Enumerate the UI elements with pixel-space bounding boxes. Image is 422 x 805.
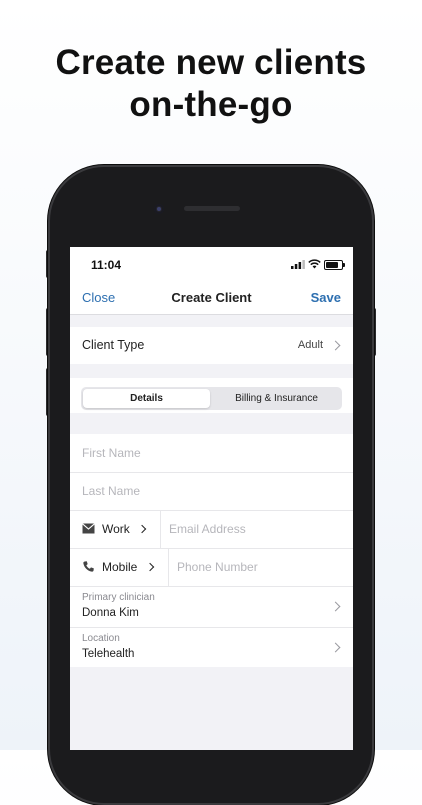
navigation-bar: Close Create Client Save — [70, 281, 353, 315]
envelope-icon — [82, 523, 95, 534]
location-label: Location — [82, 633, 120, 644]
chevron-right-icon[interactable] — [145, 562, 155, 572]
client-details-form: First Name Last Name Work Email Address … — [70, 434, 353, 667]
phone-icon — [83, 561, 94, 572]
last-name-field[interactable]: Last Name — [70, 472, 353, 511]
save-button[interactable]: Save — [311, 290, 341, 305]
divider — [160, 510, 161, 548]
status-bar: 11:04 — [70, 247, 353, 281]
location-row[interactable]: Location Telehealth — [70, 627, 353, 667]
headline-line-1: Create new clients — [55, 43, 367, 82]
phone-row: Mobile Phone Number — [70, 548, 353, 587]
divider — [168, 548, 169, 586]
details-billing-segmented-control: Details Billing & Insurance — [81, 387, 342, 410]
phone-screen: 11:04 Close Create Client Save Client Ty… — [70, 247, 353, 750]
last-name-placeholder: Last Name — [82, 484, 141, 498]
primary-clinician-value: Donna Kim — [82, 607, 139, 619]
email-row: Work Email Address — [70, 510, 353, 549]
chevron-right-icon[interactable] — [137, 524, 147, 534]
chevron-right-icon — [330, 601, 341, 612]
primary-clinician-label: Primary clinician — [82, 592, 155, 603]
client-type-value: Adult — [297, 339, 323, 351]
segment-container: Details Billing & Insurance — [70, 378, 353, 413]
battery-icon — [324, 260, 345, 270]
wifi-icon — [308, 259, 321, 269]
primary-clinician-row[interactable]: Primary clinician Donna Kim — [70, 586, 353, 628]
chevron-right-icon — [330, 642, 341, 653]
segment-details[interactable]: Details — [83, 389, 210, 408]
phone-type-label[interactable]: Mobile — [102, 560, 137, 574]
email-input[interactable]: Email Address — [169, 522, 246, 536]
location-value: Telehealth — [82, 648, 135, 660]
chevron-right-icon — [330, 340, 341, 351]
headline: Create new clients on-the-go — [0, 42, 422, 126]
earpiece-speaker — [184, 206, 240, 211]
client-type-row[interactable]: Client Type Adult — [70, 327, 353, 364]
first-name-placeholder: First Name — [82, 446, 141, 460]
status-time: 11:04 — [91, 258, 122, 272]
email-type-label[interactable]: Work — [102, 522, 130, 536]
segment-billing-insurance[interactable]: Billing & Insurance — [213, 389, 340, 408]
client-type-label: Client Type — [82, 338, 145, 352]
first-name-field[interactable]: First Name — [70, 434, 353, 473]
cellular-signal-icon — [291, 260, 305, 269]
headline-line-2: on-the-go — [129, 85, 293, 124]
phone-input[interactable]: Phone Number — [177, 560, 258, 574]
front-camera — [154, 204, 164, 214]
